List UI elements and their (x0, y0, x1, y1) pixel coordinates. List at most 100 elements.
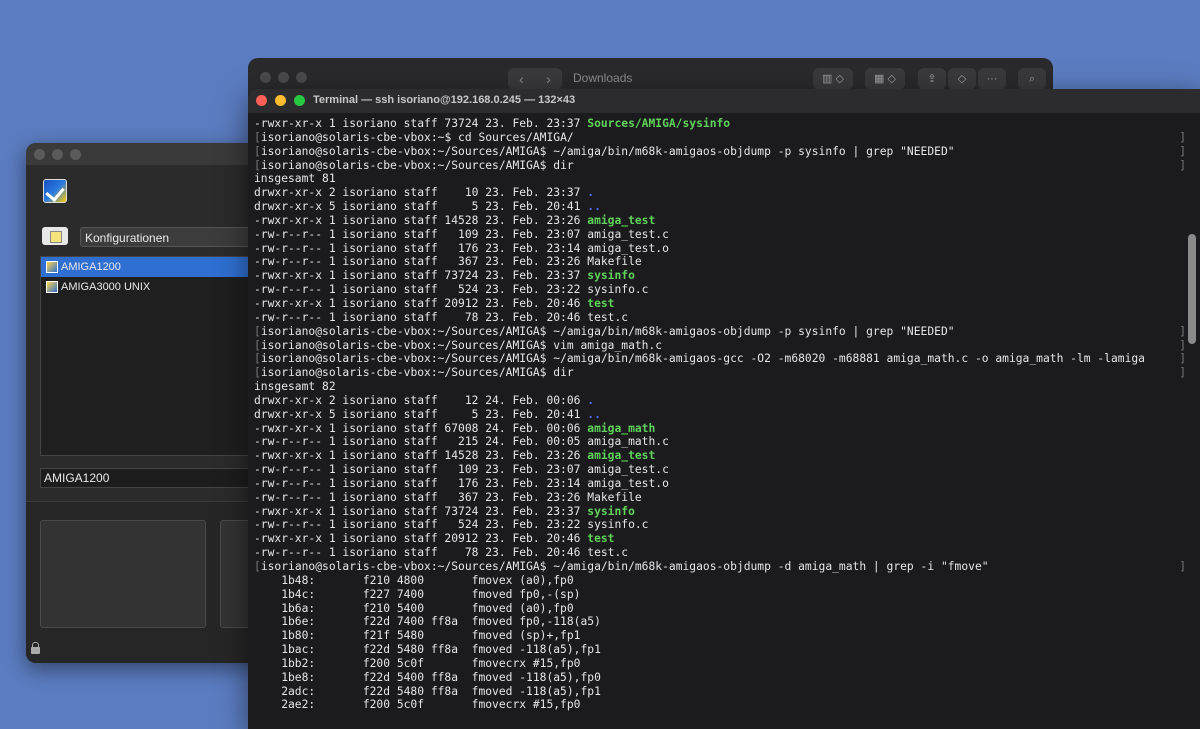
terminal-text: isoriano@solaris-cbe-vbox:~/Sources/AMIG… (260, 158, 574, 172)
config-item-label: AMIGA1200 (61, 261, 121, 273)
terminal-line: drwxr-xr-x 5 isoriano staff 5 23. Feb. 2… (254, 408, 1180, 422)
zoom-button[interactable] (70, 149, 81, 160)
terminal-text: sysinfo (587, 504, 635, 518)
terminal-line: -rw-r--r-- 1 isoriano staff 524 23. Feb.… (254, 283, 1180, 297)
line-mark: [ (254, 144, 261, 158)
terminal-text: .. (587, 407, 601, 421)
config-name-field[interactable]: AMIGA1200 (40, 468, 266, 488)
terminal-line: [isoriano@solaris-cbe-vbox:~/Sources/AMI… (254, 324, 1186, 339)
line-mark: [ (254, 352, 261, 366)
terminal-line: -rwxr-xr-x 1 isoriano staff 73724 23. Fe… (254, 117, 1180, 131)
finder-close-button[interactable] (260, 72, 271, 83)
terminal-text: insgesamt 82 (254, 380, 336, 394)
terminal-text: -rwxr-xr-x 1 isoriano staff 20912 23. Fe… (254, 296, 588, 310)
search-icon[interactable]: ⌕ (1018, 68, 1046, 90)
terminal-text: isoriano@solaris-cbe-vbox:~/Sources/AMIG… (260, 324, 955, 338)
config-dropdown[interactable]: Konfigurationen (80, 227, 266, 247)
terminal-text: -rw-r--r-- 1 isoriano staff 524 23. Feb.… (254, 518, 649, 532)
terminal-line: 1b80: f21f 5480 fmoved (sp)+,fp1 (254, 629, 1180, 643)
share-icon[interactable]: ⇪ (918, 68, 946, 90)
terminal-close-button[interactable] (256, 95, 267, 106)
tag-icon[interactable]: ◇ (948, 68, 976, 90)
terminal-text: 1be8: f22d 5400 ff8a fmoved -118(a5),fp0 (254, 670, 601, 684)
terminal-text: -rwxr-xr-x 1 isoriano staff 14528 23. Fe… (254, 213, 588, 227)
terminal-text: drwxr-xr-x 5 isoriano staff 5 23. Feb. 2… (254, 200, 588, 214)
terminal-zoom-button[interactable] (294, 95, 305, 106)
terminal-text: 1bac: f22d 5480 ff8a fmoved -118(a5),fp1 (254, 643, 601, 657)
lock-icon[interactable] (31, 642, 40, 654)
terminal-text: isoriano@solaris-cbe-vbox:~/Sources/AMIG… (260, 352, 1145, 366)
config-item-label: AMIGA3000 UNIX (61, 281, 151, 293)
forward-icon[interactable]: › (546, 71, 551, 87)
terminal-text: drwxr-xr-x 5 isoriano staff 5 23. Feb. 2… (254, 407, 588, 421)
terminal-text: .. (587, 200, 601, 214)
line-mark: ] (1179, 130, 1186, 144)
terminal-line: -rwxr-xr-x 1 isoriano staff 73724 23. Fe… (254, 505, 1180, 519)
terminal-text: -rwxr-xr-x 1 isoriano staff 20912 23. Fe… (254, 532, 588, 546)
terminal-text: isoriano@solaris-cbe-vbox:~/Sources/AMIG… (260, 560, 989, 573)
terminal-text: -rw-r--r-- 1 isoriano staff 78 23. Feb. … (254, 546, 629, 560)
terminal-title: Terminal — ssh isoriano@192.168.0.245 — … (313, 94, 576, 106)
app-logo-icon (43, 179, 67, 203)
terminal-text: 1b48: f210 4800 fmovex (a0),fp0 (254, 573, 574, 587)
terminal-titlebar[interactable]: Terminal — ssh isoriano@192.168.0.245 — … (248, 89, 1200, 113)
config-file-icon (46, 261, 58, 273)
terminal-line: -rwxr-xr-x 1 isoriano staff 14528 23. Fe… (254, 449, 1180, 463)
config-manager-window: Konfigurationen AMIGA1200 AMIGA3000 UNIX… (26, 143, 266, 663)
more-icon[interactable]: ··· (978, 68, 1006, 90)
terminal-line: 1bb2: f200 5c0f fmovecrx #15,fp0 (254, 657, 1180, 671)
group-icon[interactable]: ▦ ◇ (865, 68, 905, 90)
terminal-line: [isoriano@solaris-cbe-vbox:~/Sources/AMI… (254, 560, 1186, 574)
terminal-text: -rw-r--r-- 1 isoriano staff 367 23. Feb.… (254, 255, 642, 269)
terminal-line: -rwxr-xr-x 1 isoriano staff 20912 23. Fe… (254, 532, 1180, 546)
terminal-line: -rw-r--r-- 1 isoriano staff 524 23. Feb.… (254, 518, 1180, 532)
terminal-text: 2ae2: f200 5c0f fmovecrx #15,fp0 (254, 698, 581, 712)
terminal-line: [isoriano@solaris-cbe-vbox:~/Sources/AMI… (254, 158, 1186, 173)
terminal-text: 1b6a: f210 5400 fmoved (a0),fp0 (254, 601, 574, 615)
finder-nav-buttons: ‹ › (508, 68, 562, 90)
terminal-scrollbar[interactable] (1188, 234, 1196, 344)
terminal-output[interactable]: -rwxr-xr-x 1 isoriano staff 73724 23. Fe… (254, 117, 1186, 729)
panel-button-left[interactable] (40, 520, 206, 628)
terminal-line: 2adc: f22d 5480 ff8a fmoved -118(a5),fp1 (254, 685, 1180, 699)
line-mark: ] (1179, 158, 1186, 172)
line-mark: [ (254, 158, 261, 172)
terminal-minimize-button[interactable] (275, 95, 286, 106)
finder-minimize-button[interactable] (278, 72, 289, 83)
back-icon[interactable]: ‹ (519, 71, 524, 87)
terminal-text: -rw-r--r-- 1 isoriano staff 215 24. Feb.… (254, 435, 669, 449)
terminal-line: [isoriano@solaris-cbe-vbox:~$ cd Sources… (254, 131, 1186, 145)
terminal-line: [isoriano@solaris-cbe-vbox:~/Sources/AMI… (254, 144, 1186, 159)
terminal-text: -rwxr-xr-x 1 isoriano staff 67008 24. Fe… (254, 421, 588, 435)
terminal-text: drwxr-xr-x 2 isoriano staff 10 23. Feb. … (254, 186, 588, 200)
close-button[interactable] (34, 149, 45, 160)
terminal-text: -rw-r--r-- 1 isoriano staff 109 23. Feb.… (254, 227, 669, 241)
view-mode-icon[interactable]: ▥ ◇ (813, 68, 853, 90)
finder-title: Downloads (573, 71, 633, 85)
config-item-amiga3000-unix[interactable]: AMIGA3000 UNIX (41, 277, 266, 297)
terminal-text: isoriano@solaris-cbe-vbox:~/Sources/AMIG… (260, 366, 574, 380)
line-mark: ] (1179, 324, 1186, 338)
new-config-button[interactable] (42, 227, 68, 245)
terminal-text: . (587, 186, 595, 200)
terminal-line: drwxr-xr-x 2 isoriano staff 10 23. Feb. … (254, 186, 1180, 200)
terminal-line: drwxr-xr-x 5 isoriano staff 5 23. Feb. 2… (254, 200, 1180, 214)
minimize-button[interactable] (52, 149, 63, 160)
config-item-amiga1200[interactable]: AMIGA1200 (41, 257, 266, 277)
terminal-line: -rwxr-xr-x 1 isoriano staff 14528 23. Fe… (254, 214, 1180, 228)
terminal-text: insgesamt 81 (254, 172, 336, 186)
terminal-text: -rwxr-xr-x 1 isoriano staff 14528 23. Fe… (254, 449, 588, 463)
line-mark: [ (254, 560, 261, 573)
terminal-text: isoriano@solaris-cbe-vbox:~/Sources/AMIG… (260, 144, 955, 158)
terminal-text: 2adc: f22d 5480 ff8a fmoved -118(a5),fp1 (254, 684, 601, 698)
terminal-text: isoriano@solaris-cbe-vbox:~/Sources/AMIG… (260, 338, 663, 352)
terminal-text: -rwxr-xr-x 1 isoriano staff 73724 23. Fe… (254, 504, 588, 518)
terminal-text: -rw-r--r-- 1 isoriano staff 78 23. Feb. … (254, 310, 629, 324)
terminal-line: [isoriano@solaris-cbe-vbox:~/Sources/AMI… (254, 366, 1186, 380)
config-window-titlebar[interactable] (26, 143, 266, 165)
terminal-text: amiga_math (587, 421, 656, 435)
bottom-panel (26, 501, 266, 663)
finder-zoom-button[interactable] (296, 72, 307, 83)
terminal-line: -rwxr-xr-x 1 isoriano staff 20912 23. Fe… (254, 297, 1180, 311)
line-mark: [ (254, 338, 261, 352)
